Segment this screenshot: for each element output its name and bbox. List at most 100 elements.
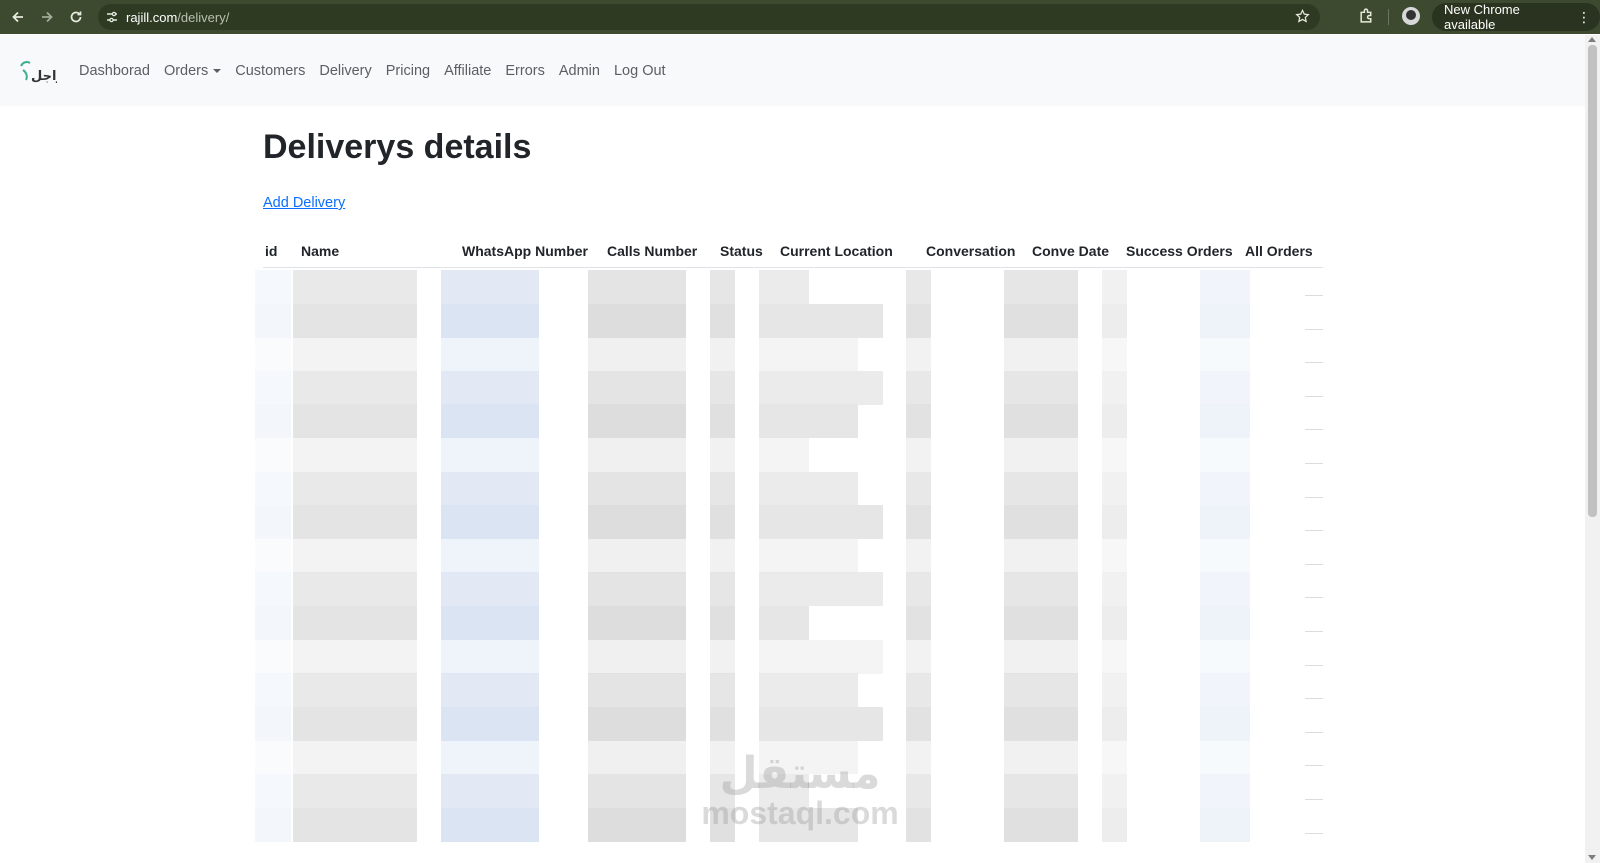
obscured-cell <box>906 639 931 674</box>
obscured-cell <box>588 337 686 372</box>
reload-button[interactable] <box>61 2 91 32</box>
obscured-cell <box>1200 270 1250 304</box>
obscured-cell <box>255 706 291 741</box>
nav-admin[interactable]: Admin <box>559 63 600 79</box>
table-row <box>255 370 1325 405</box>
th-name: Name <box>301 243 340 259</box>
back-button[interactable] <box>3 2 33 32</box>
th-status: Status <box>720 243 763 259</box>
nav-affiliate[interactable]: Affiliate <box>444 63 491 79</box>
obscured-cell <box>255 270 291 304</box>
nav-delivery[interactable]: Delivery <box>319 63 371 79</box>
obscured-cell <box>255 606 291 640</box>
obscured-cell <box>1004 673 1078 708</box>
obscured-cell <box>441 774 539 808</box>
obscured-cell <box>710 505 735 540</box>
obscured-cell <box>1200 471 1250 506</box>
obscured-cell <box>710 438 735 472</box>
nav-logout[interactable]: Log Out <box>614 63 666 79</box>
th-success-orders: Success Orders <box>1126 243 1233 259</box>
chrome-update-button[interactable]: New Chrome available ⋮ <box>1432 2 1600 32</box>
obscured-cell <box>255 639 291 674</box>
nav-customers[interactable]: Customers <box>235 63 305 79</box>
site-navbar: راجل Dashborad Orders Customers Delivery… <box>0 35 1585 106</box>
obscured-cell <box>1102 337 1127 372</box>
obscured-cell <box>255 438 291 472</box>
scroll-thumb[interactable] <box>1588 45 1597 517</box>
nav-pricing[interactable]: Pricing <box>386 63 430 79</box>
scroll-up-icon[interactable] <box>1588 37 1596 42</box>
row-divider <box>1305 563 1323 565</box>
row-divider <box>1305 530 1323 532</box>
obscured-cell <box>293 538 417 573</box>
extensions-icon[interactable] <box>1358 7 1375 29</box>
obscured-cell <box>293 606 417 640</box>
obscured-cell <box>293 337 417 372</box>
obscured-cell <box>588 303 686 338</box>
bookmark-star-icon[interactable] <box>1295 8 1310 29</box>
obscured-cell <box>1004 471 1078 506</box>
th-conve-date: Conve Date <box>1032 243 1110 259</box>
obscured-cell <box>1200 538 1250 573</box>
obscured-cell <box>906 774 931 808</box>
obscured-cell <box>255 370 291 405</box>
nav-dashboard[interactable]: Dashborad <box>79 63 150 79</box>
obscured-cell <box>255 673 291 708</box>
table-row <box>255 606 1325 640</box>
obscured-cell <box>441 706 539 741</box>
row-divider <box>1305 429 1323 431</box>
page-scrollbar[interactable] <box>1585 35 1600 863</box>
obscured-cell <box>1004 706 1078 741</box>
scroll-down-icon[interactable] <box>1588 855 1596 860</box>
obscured-cell <box>710 404 735 439</box>
row-divider <box>1305 799 1323 800</box>
row-divider <box>1305 765 1323 767</box>
obscured-cell <box>759 471 859 506</box>
table-row <box>255 270 1325 304</box>
row-divider <box>1305 496 1323 498</box>
obscured-cell <box>759 270 809 304</box>
reload-icon <box>70 11 82 23</box>
row-divider <box>1305 731 1323 733</box>
obscured-cell <box>906 706 931 741</box>
obscured-cell <box>710 572 735 607</box>
profile-avatar[interactable] <box>1402 7 1420 25</box>
obscured-cell <box>588 639 686 674</box>
obscured-cell <box>255 740 291 775</box>
obscured-cell <box>255 471 291 506</box>
forward-button[interactable] <box>32 2 62 32</box>
nav-errors[interactable]: Errors <box>505 63 544 79</box>
obscured-cell <box>255 303 291 338</box>
obscured-cell <box>1200 740 1250 775</box>
obscured-cell <box>441 370 539 405</box>
row-divider <box>1305 328 1323 330</box>
row-divider <box>1305 664 1323 666</box>
svg-text:راجل: راجل <box>31 69 57 84</box>
obscured-cell <box>759 673 859 708</box>
nav-orders-dropdown[interactable]: Orders <box>164 63 222 79</box>
obscured-cell <box>906 606 931 640</box>
obscured-cell <box>441 270 539 304</box>
obscured-cell <box>293 505 417 540</box>
obscured-cell <box>588 807 686 842</box>
table-row <box>255 471 1325 506</box>
obscured-cell <box>906 438 931 472</box>
obscured-cell <box>588 673 686 708</box>
obscured-cell <box>906 303 931 338</box>
obscured-cell <box>759 505 883 540</box>
obscured-cell <box>1102 774 1127 808</box>
obscured-cell <box>1004 337 1078 372</box>
obscured-cell <box>1102 740 1127 775</box>
url-text: rajill.com/delivery/ <box>126 10 229 25</box>
menu-dots-icon: ⋮ <box>1577 9 1591 25</box>
rajill-logo[interactable]: راجل <box>17 56 64 86</box>
add-delivery-link[interactable]: Add Delivery <box>263 195 345 211</box>
th-calls: Calls Number <box>607 243 698 259</box>
obscured-cell <box>710 471 735 506</box>
obscured-cell <box>1200 606 1250 640</box>
obscured-cell <box>1200 572 1250 607</box>
address-bar[interactable]: rajill.com/delivery/ <box>98 4 1320 30</box>
obscured-cell <box>1102 404 1127 439</box>
obscured-cell <box>588 270 686 304</box>
site-settings-icon[interactable] <box>98 10 126 24</box>
